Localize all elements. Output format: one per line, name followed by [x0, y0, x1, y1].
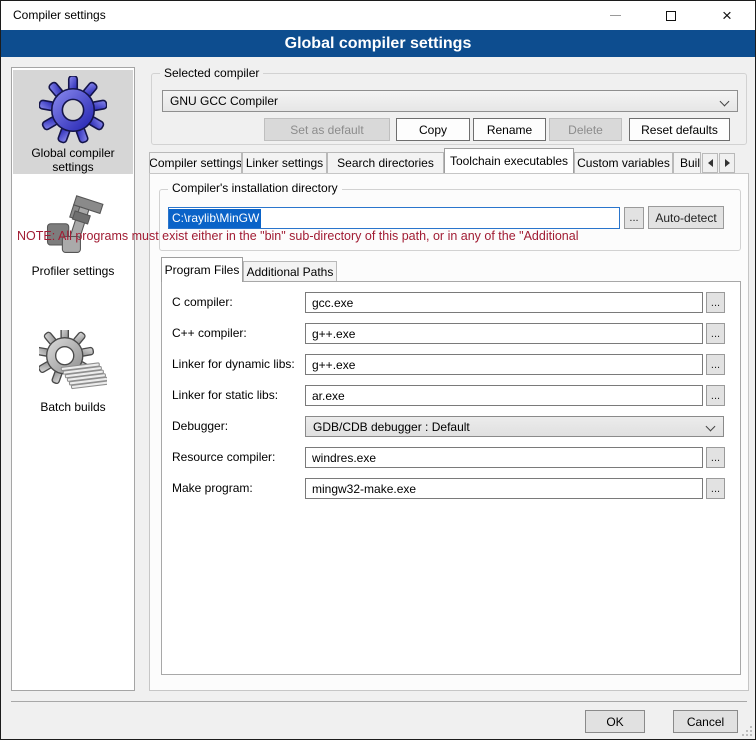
resource-compiler-value: windres.exe	[312, 451, 376, 465]
tab-custom-variables[interactable]: Custom variables	[574, 152, 673, 173]
window-title: Compiler settings	[13, 8, 106, 22]
gear-blue-icon	[39, 76, 107, 144]
debugger-select[interactable]: GDB/CDB debugger : Default	[305, 416, 724, 437]
maximize-button[interactable]	[643, 1, 699, 30]
installation-directory-browse-button[interactable]: ...	[624, 207, 644, 229]
subtab-program-files[interactable]: Program Files	[161, 257, 243, 282]
ok-button[interactable]: OK	[585, 710, 645, 733]
linker-for-static-libs-browse-button[interactable]: ...	[706, 385, 725, 406]
footer-separator	[11, 701, 747, 702]
tab-scroll-left-button[interactable]	[702, 153, 718, 173]
program-files-tabstrip: Program FilesAdditional Paths	[161, 258, 337, 282]
program-files-page: C compiler: gcc.exe... C++ compiler: g++.ex…	[161, 281, 741, 675]
settings-tabstrip: Compiler settingsLinker settingsSearch d…	[149, 150, 735, 173]
linker-for-dynamic-libs-browse-button[interactable]: ...	[706, 354, 725, 375]
tab-scroll-right-button[interactable]	[719, 153, 735, 173]
resource-compiler-browse-button[interactable]: ...	[706, 447, 725, 468]
tab-linker-settings[interactable]: Linker settings	[242, 152, 327, 173]
debugger-label: Debugger:	[172, 419, 228, 433]
resource-compiler-label: Resource compiler:	[172, 450, 275, 464]
tab-toolchain-executables[interactable]: Toolchain executables	[444, 148, 574, 173]
set-as-default-button: Set as default	[264, 118, 390, 141]
close-button[interactable]: ×	[699, 1, 755, 30]
delete-button: Delete	[549, 118, 622, 141]
minimize-button[interactable]	[587, 1, 643, 30]
c-compiler-input[interactable]: gcc.exe	[305, 292, 703, 313]
c-compiler-browse-button[interactable]: ...	[706, 292, 725, 313]
linker-for-dynamic-libs-label: Linker for dynamic libs:	[172, 357, 295, 371]
installation-directory-value: C:\raylib\MinGW	[169, 209, 261, 228]
copy-button[interactable]: Copy	[396, 118, 470, 141]
dialog-banner: Global compiler settings	[1, 30, 755, 57]
auto-detect-button[interactable]: Auto-detect	[648, 206, 724, 229]
linker-for-static-libs-label: Linker for static libs:	[172, 388, 278, 402]
c-compiler-value: gcc.exe	[312, 296, 353, 310]
c-compiler-input[interactable]: g++.exe	[305, 323, 703, 344]
arrow-left-icon	[708, 159, 713, 167]
subtab-additional-paths[interactable]: Additional Paths	[243, 261, 337, 282]
make-program-label: Make program:	[172, 481, 253, 495]
resource-compiler-input[interactable]: windres.exe	[305, 447, 703, 468]
linker-for-dynamic-libs-value: g++.exe	[312, 358, 355, 372]
linker-for-static-libs-value: ar.exe	[312, 389, 345, 403]
c-compiler-label: C compiler:	[172, 295, 233, 309]
sidebar-item-label: Profiler settings	[13, 264, 133, 278]
linker-for-static-libs-input[interactable]: ar.exe	[305, 385, 703, 406]
minimize-icon	[610, 15, 621, 16]
tab-search-directories[interactable]: Search directories	[327, 152, 444, 173]
gear-stack-icon	[39, 330, 107, 398]
selected-compiler-group-label: Selected compiler	[160, 66, 263, 80]
make-program-value: mingw32-make.exe	[312, 482, 416, 496]
banner-title: Global compiler settings	[285, 35, 472, 53]
sidebar-item-label: Global compiler settings	[13, 146, 133, 174]
reset-defaults-button[interactable]: Reset defaults	[629, 118, 730, 141]
bin-subdirectory-note: NOTE: All programs must exist either in …	[17, 229, 743, 243]
tab-build-options[interactable]: Build options	[673, 152, 701, 173]
installation-directory-group-label: Compiler's installation directory	[168, 181, 342, 195]
maximize-icon	[666, 11, 676, 21]
caliper-icon	[39, 194, 107, 262]
sidebar-item-batch-builds[interactable]: Batch builds	[13, 324, 133, 414]
compiler-select-value: GNU GCC Compiler	[170, 94, 278, 108]
c-compiler-value: g++.exe	[312, 327, 355, 341]
compiler-select[interactable]: GNU GCC Compiler	[162, 90, 738, 112]
chevron-down-icon	[720, 97, 730, 107]
make-program-input[interactable]: mingw32-make.exe	[305, 478, 703, 499]
rename-button[interactable]: Rename	[473, 118, 546, 141]
close-icon: ×	[722, 7, 732, 24]
installation-directory-input[interactable]: C:\raylib\MinGW	[168, 207, 620, 229]
compiler-settings-window: Compiler settings × Global compiler sett…	[0, 0, 756, 740]
c-compiler-label: C++ compiler:	[172, 326, 247, 340]
tab-compiler-settings[interactable]: Compiler settings	[149, 152, 242, 173]
selected-compiler-group: Selected compiler GNU GCC Compiler Set a…	[151, 73, 747, 145]
linker-for-dynamic-libs-input[interactable]: g++.exe	[305, 354, 703, 375]
titlebar: Compiler settings ×	[1, 1, 755, 30]
category-list: Global compiler settings Profiler settin…	[11, 67, 135, 691]
cancel-button[interactable]: Cancel	[673, 710, 738, 733]
resize-grip-icon[interactable]	[743, 727, 752, 736]
sidebar-item-global-compiler-settings[interactable]: Global compiler settings	[13, 70, 133, 174]
debugger-value: GDB/CDB debugger : Default	[313, 420, 470, 434]
arrow-right-icon	[725, 159, 730, 167]
chevron-down-icon	[706, 422, 716, 432]
window-controls: ×	[587, 1, 755, 30]
make-program-browse-button[interactable]: ...	[706, 478, 725, 499]
sidebar-item-label: Batch builds	[13, 400, 133, 414]
c-compiler-browse-button[interactable]: ...	[706, 323, 725, 344]
